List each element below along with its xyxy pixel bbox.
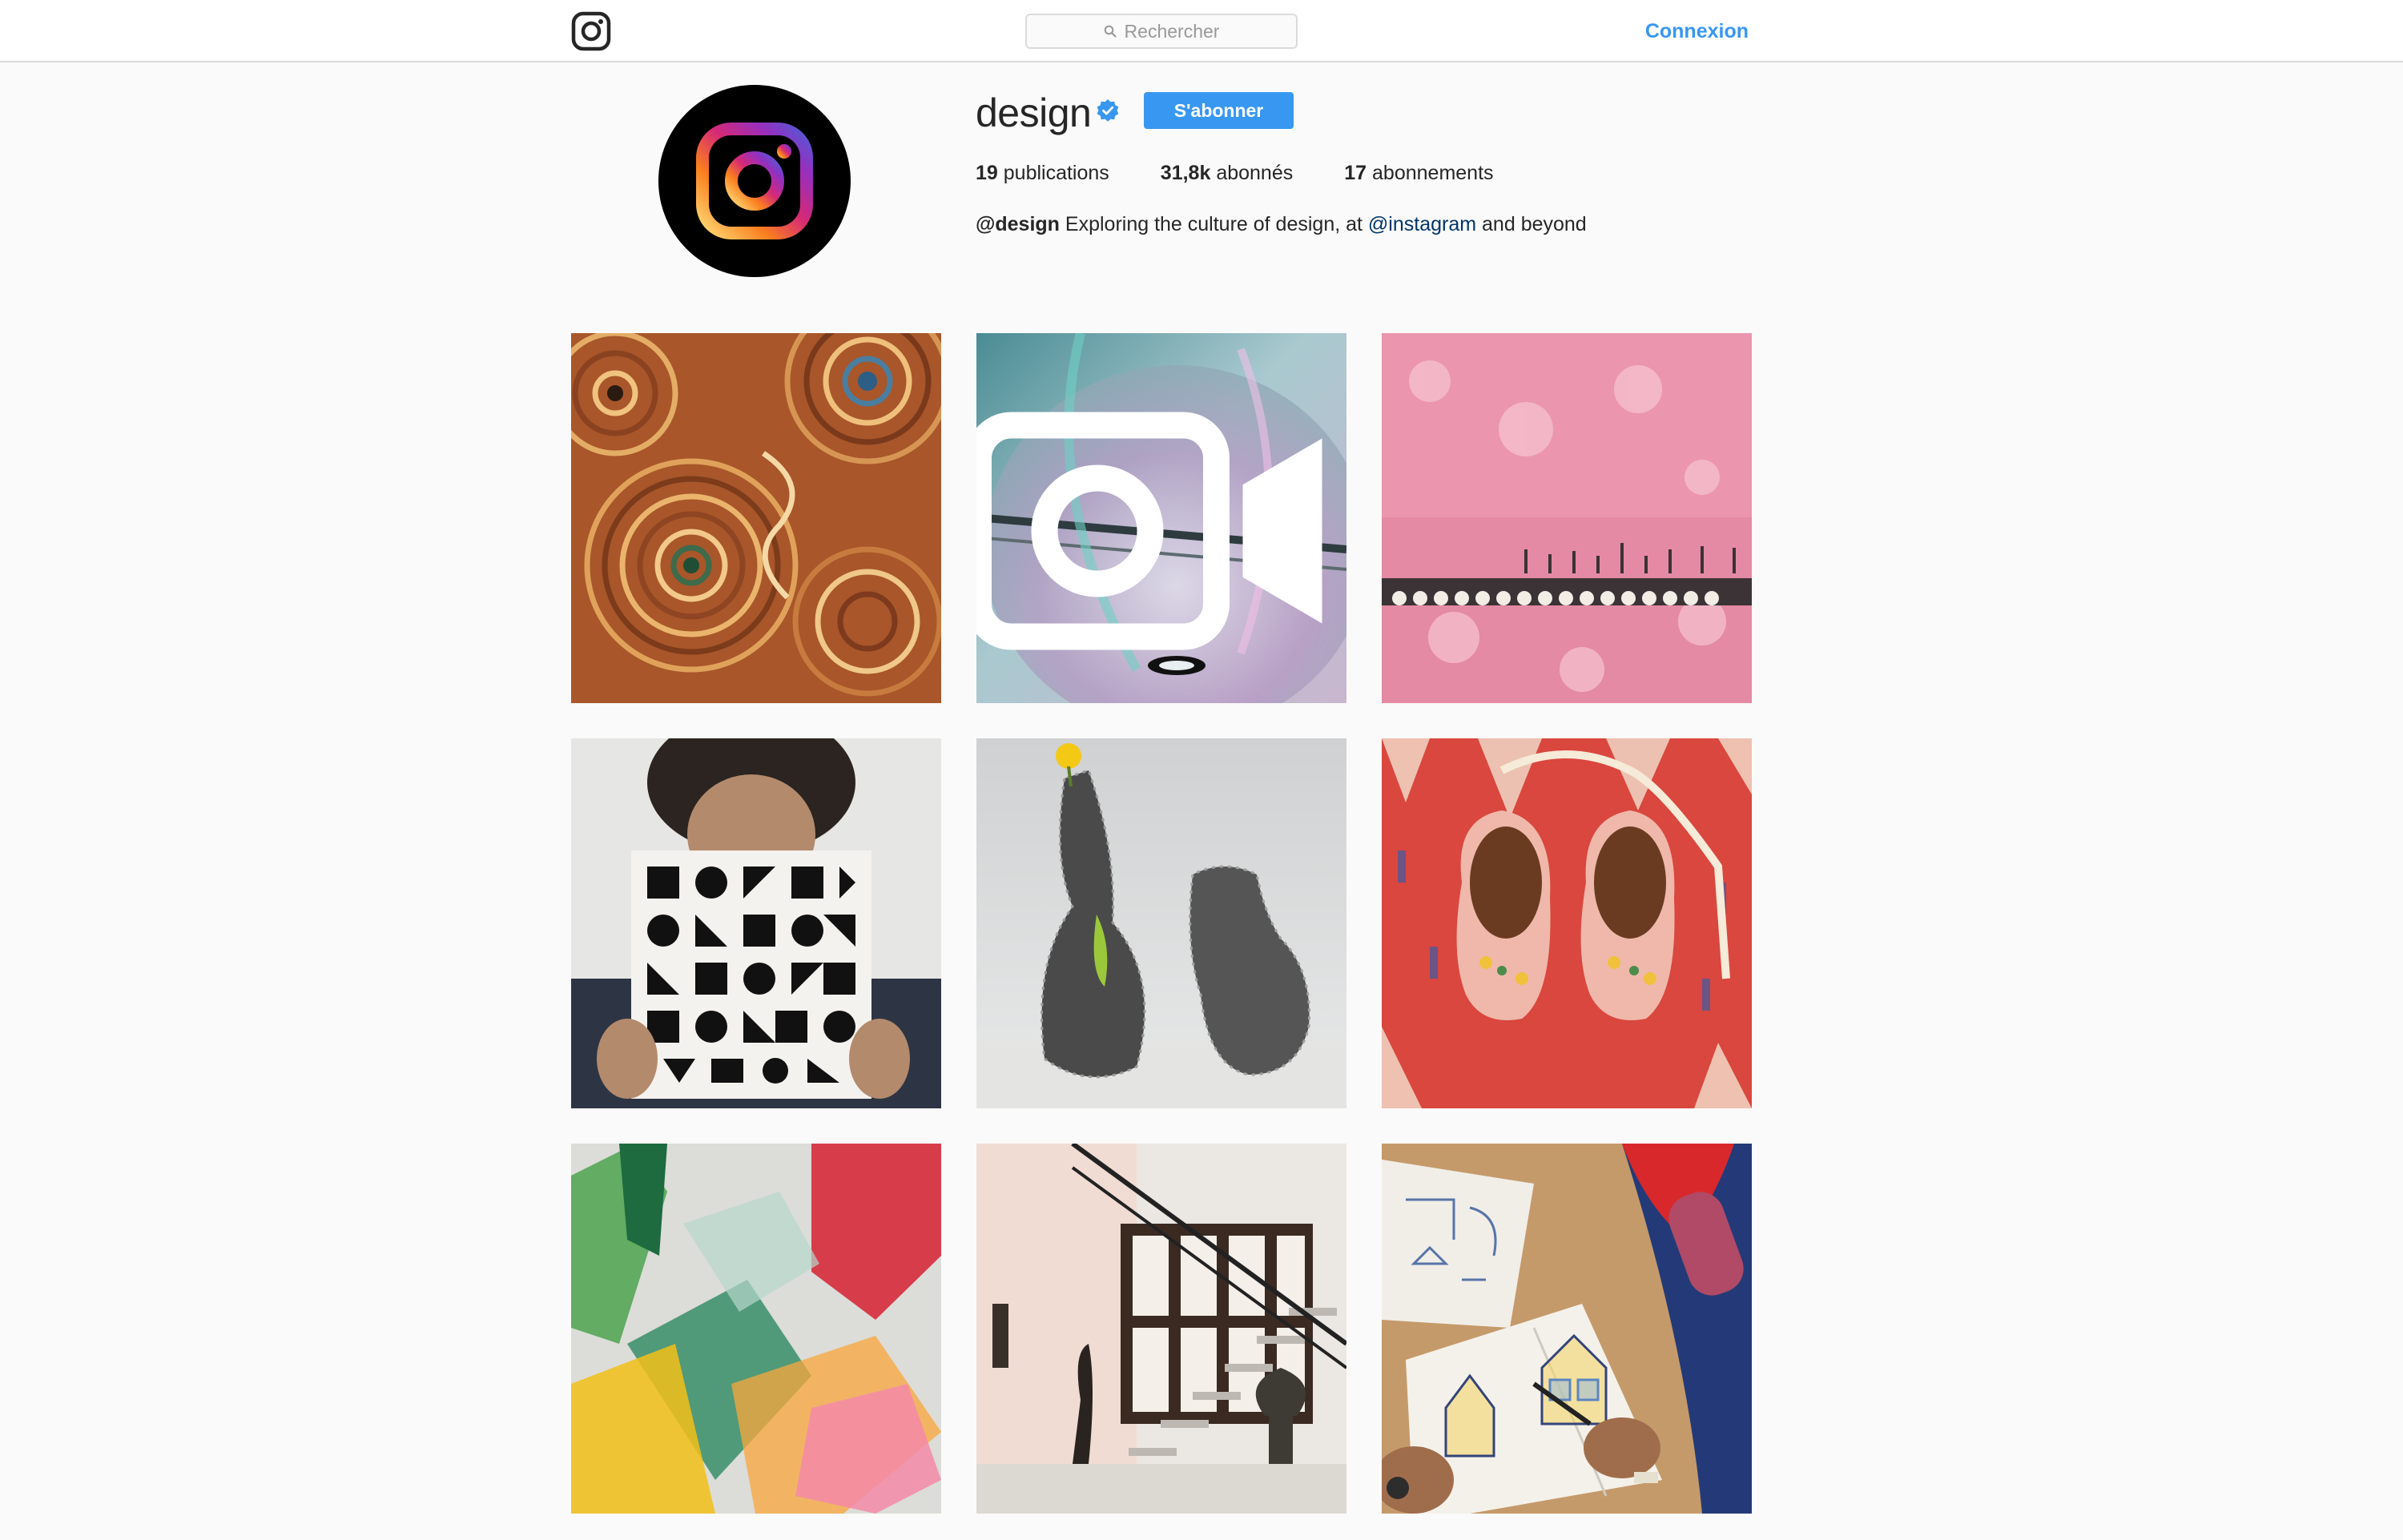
floating-staircase-image [976, 1144, 1346, 1514]
post-tile-9[interactable] [1382, 1144, 1752, 1514]
followers-label: abonnés [1216, 162, 1294, 184]
posts-label: publications [1003, 162, 1109, 184]
search-placeholder: Rechercher [1124, 20, 1220, 42]
post-tile-8[interactable] [976, 1144, 1346, 1514]
followers-stat[interactable]: 31,8k abonnés [1161, 159, 1293, 187]
following-label: abonnements [1372, 162, 1494, 184]
posts-stat: 19 publications [976, 159, 1109, 187]
post-tile-1[interactable] [571, 333, 941, 703]
pink-textile-panel-image [1382, 333, 1752, 703]
instagram-logo-icon[interactable] [571, 11, 611, 51]
login-link[interactable]: Connexion [1626, 18, 1749, 45]
bio-text-after: and beyond [1482, 213, 1587, 235]
profile-bio: @design Exploring the culture of design,… [976, 210, 1587, 239]
bio-handle: @design [976, 213, 1060, 235]
bio-text-before: Exploring the culture of design, at [1065, 213, 1363, 235]
wire-vase-sculptures-image [976, 738, 1346, 1108]
embroidered-baby-shoes-image [1382, 738, 1752, 1108]
instagram-gradient-logo-icon [696, 123, 813, 239]
post-tile-3[interactable] [1382, 333, 1752, 703]
post-tile-2[interactable] [976, 333, 1346, 703]
video-camera-icon [976, 412, 1322, 650]
posts-count: 19 [976, 162, 998, 184]
colored-acrylic-forms-image [571, 1144, 941, 1514]
followers-count: 31,8k [1160, 162, 1211, 184]
sketchbook-drawing-image [1382, 1144, 1752, 1514]
follow-button[interactable]: S'abonner [1144, 92, 1294, 129]
bio-mention-link[interactable]: @instagram [1368, 213, 1476, 235]
aboriginal-dot-painting-image [571, 333, 941, 703]
person-holding-pattern-book-image [571, 738, 941, 1108]
following-stat[interactable]: 17 abonnements [1344, 159, 1493, 187]
following-count: 17 [1344, 162, 1367, 184]
profile-avatar [658, 85, 851, 277]
post-tile-7[interactable] [571, 1144, 941, 1514]
search-input[interactable]: Rechercher [1025, 14, 1298, 49]
profile-username: design [976, 90, 1092, 135]
search-icon [1104, 25, 1117, 38]
verified-badge-icon [1097, 99, 1119, 122]
post-tile-5[interactable] [976, 738, 1346, 1108]
top-nav-bar: Rechercher Connexion [0, 0, 2403, 62]
post-tile-4[interactable] [571, 738, 941, 1108]
post-tile-6[interactable] [1382, 738, 1752, 1108]
profile-stats: 19 publications 31,8k abonnés 17 abonnem… [976, 159, 1494, 187]
